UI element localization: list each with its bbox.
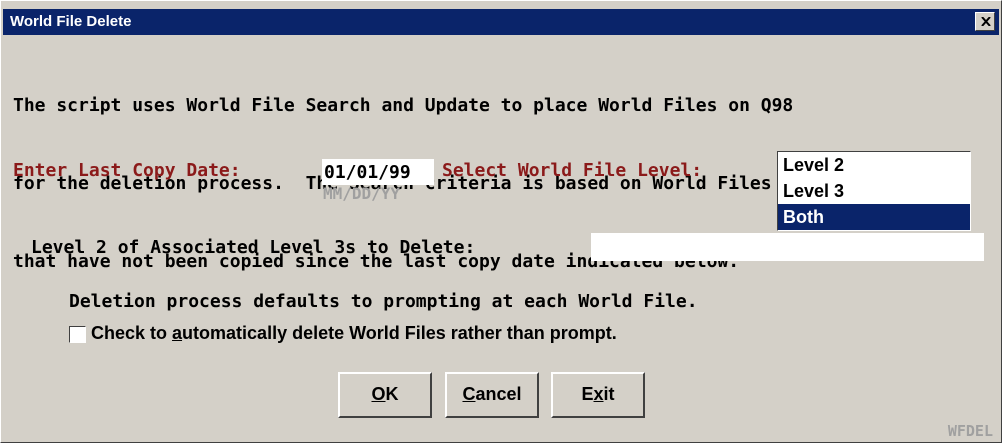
cancel-accel: C bbox=[462, 384, 476, 404]
auto-delete-checkbox[interactable] bbox=[69, 326, 86, 343]
close-icon bbox=[981, 17, 991, 26]
ok-accel: O bbox=[371, 384, 386, 404]
auto-delete-label[interactable]: Check to automatically delete World File… bbox=[91, 323, 617, 344]
description-line-1: The script uses World File Search and Up… bbox=[13, 95, 794, 116]
dialog-window: World File Delete The script uses World … bbox=[0, 0, 1002, 443]
exit-pre: E bbox=[581, 384, 594, 404]
auto-delete-label-post: utomatically delete World Files rather t… bbox=[182, 323, 617, 343]
level-option-level-2[interactable]: Level 2 bbox=[778, 152, 970, 178]
cancel-rest: ancel bbox=[475, 384, 522, 404]
ok-button[interactable]: OK bbox=[338, 372, 432, 418]
exit-rest: it bbox=[603, 384, 615, 404]
level-select-label: Select World File Level: bbox=[442, 160, 703, 181]
form-code: WFDEL bbox=[947, 422, 993, 440]
auto-delete-label-accel: a bbox=[172, 323, 183, 343]
ok-rest: K bbox=[385, 384, 399, 404]
copy-date-input[interactable] bbox=[322, 159, 434, 185]
associated-level-label: Level 2 of Associated Level 3s to Delete… bbox=[31, 237, 476, 258]
close-button[interactable] bbox=[975, 12, 995, 31]
deletion-note: Deletion process defaults to prompting a… bbox=[69, 291, 698, 312]
cancel-button[interactable]: Cancel bbox=[445, 372, 539, 418]
exit-accel: x bbox=[593, 384, 604, 404]
exit-button[interactable]: Exit bbox=[551, 372, 645, 418]
level-option-level-3[interactable]: Level 3 bbox=[778, 178, 970, 204]
level-listbox[interactable]: Level 2 Level 3 Both bbox=[777, 151, 971, 231]
date-format-hint: MM/DD/YY bbox=[323, 184, 401, 203]
auto-delete-label-pre: Check to bbox=[91, 323, 173, 343]
level-option-both[interactable]: Both bbox=[778, 204, 970, 230]
associated-level-input[interactable] bbox=[591, 233, 984, 261]
copy-date-label: Enter Last Copy Date: bbox=[13, 160, 241, 181]
title-bar[interactable]: World File Delete bbox=[3, 9, 999, 35]
window-title: World File Delete bbox=[10, 13, 132, 30]
